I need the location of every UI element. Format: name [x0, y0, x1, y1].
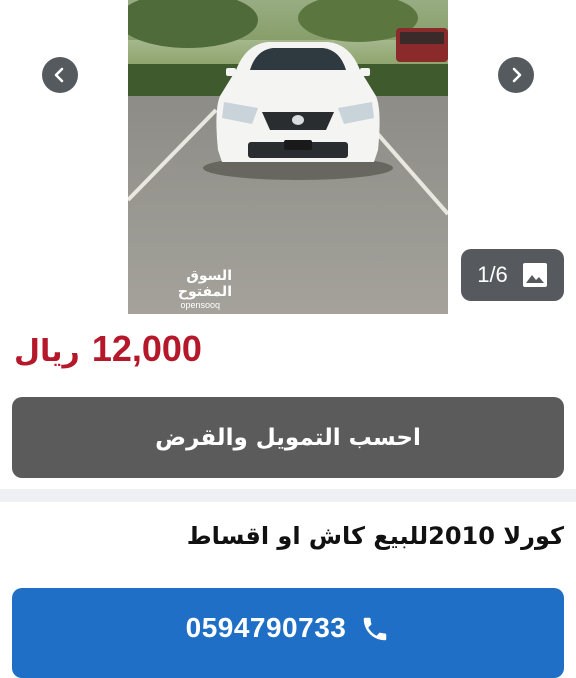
price-amount: 12,000 [91, 328, 202, 369]
section-divider [0, 489, 576, 502]
previous-image-button[interactable] [42, 57, 78, 93]
image-icon [522, 263, 547, 287]
finance-calculator-button[interactable]: احسب التمويل والقرض [12, 397, 564, 478]
phone-number: 0594790733 [185, 612, 347, 643]
call-seller-button[interactable]: 0594790733 [12, 588, 564, 678]
image-gallery: السوق المفتوح opensooq 1/6 [0, 0, 576, 314]
chevron-right-icon [512, 67, 522, 83]
car-image [128, 0, 448, 314]
watermark-arabic: السوق المفتوح [177, 268, 232, 300]
price-currency: ريال [14, 334, 80, 369]
opensooq-watermark: السوق المفتوح opensooq [142, 268, 232, 311]
phone-icon [364, 617, 387, 641]
image-counter-button[interactable]: 1/6 [461, 249, 564, 301]
car-photo[interactable]: السوق المفتوح opensooq [128, 0, 448, 314]
price: ريال 12,000 [14, 328, 202, 370]
watermark-english: opensooq [180, 300, 220, 310]
listing-title: كورلا 2010للبيع كاش او اقساط [186, 522, 564, 550]
image-counter-text: 1/6 [477, 262, 508, 287]
next-image-button[interactable] [498, 57, 534, 93]
finance-calculator-label: احسب التمويل والقرض [155, 424, 421, 451]
chevron-left-icon [54, 67, 64, 83]
